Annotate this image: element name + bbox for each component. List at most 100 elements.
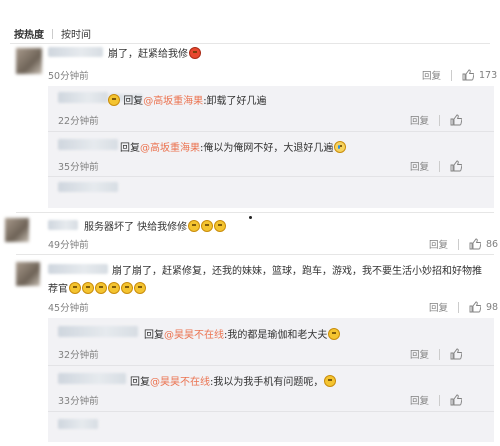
tab-separator [52, 28, 53, 39]
reply-actions: 回复 [410, 159, 463, 173]
crying-face-icon [334, 141, 347, 153]
reply-divider [48, 131, 494, 132]
comment-divider [16, 212, 494, 213]
comment-actions: 回复 98 [429, 300, 498, 314]
angry-face-icon [189, 47, 201, 59]
reply-prefix: 回复 [130, 377, 150, 388]
reply-time: 33分钟前 [58, 396, 99, 407]
face-emoji-icon [134, 282, 146, 294]
like-button[interactable] [450, 348, 463, 360]
action-separator [439, 394, 441, 406]
like-button[interactable]: 98 [469, 301, 498, 313]
thumbs-up-icon [450, 114, 463, 126]
reply-body: :我以为我手机有问题呢， [210, 377, 324, 388]
decorative-dot [249, 216, 252, 219]
avatar[interactable] [5, 218, 29, 242]
action-separator [439, 160, 441, 172]
like-button[interactable]: 86 [469, 238, 498, 250]
username-blurred[interactable] [48, 220, 78, 230]
avatar[interactable] [16, 48, 42, 74]
action-separator [458, 238, 460, 250]
thumbs-up-icon [450, 394, 463, 406]
reply-button[interactable]: 回复 [410, 347, 429, 361]
action-separator [451, 69, 453, 81]
reply-prefix: 回复 [123, 96, 144, 107]
tabs-divider [10, 43, 490, 44]
face-emoji-icon [188, 220, 201, 232]
reply-text: 回复@昊昊不在线:我的都是瑜伽和老大夫 [144, 326, 341, 341]
reply-divider [48, 176, 494, 177]
face-emoji-icon [95, 282, 107, 294]
reply-button[interactable]: 回复 [429, 237, 448, 251]
comment-text-line2: 荐官 [48, 280, 146, 295]
face-emoji-icon [69, 282, 81, 294]
mention-link[interactable]: @高坂重海果 [143, 96, 203, 107]
more-replies-blurred[interactable] [58, 182, 118, 192]
thumbs-up-icon [469, 301, 482, 313]
face-emoji-icon [121, 282, 133, 294]
like-count: 173 [479, 69, 498, 81]
comment-time: 50分钟前 [48, 71, 89, 82]
face-emoji-icon [328, 328, 341, 340]
comment-divider [16, 254, 494, 255]
reply-list: 回复@高坂重海果:卸载了好几遍 22分钟前 回复 回复@高坂重海果:俺以为俺网不… [48, 86, 494, 208]
reply-time: 35分钟前 [58, 162, 99, 173]
reply-button[interactable]: 回复 [422, 68, 441, 82]
username-blurred[interactable] [58, 373, 126, 384]
reply-body: :我的都是瑜伽和老大夫 [224, 330, 328, 341]
username-blurred[interactable] [48, 47, 103, 57]
username-blurred[interactable] [48, 264, 108, 274]
username-blurred[interactable] [58, 139, 118, 150]
comment-body: 荐官 [48, 284, 68, 295]
face-emoji-icon [82, 282, 94, 294]
tab-sort-hot[interactable]: 按热度 [14, 26, 44, 41]
comment-body: 服务器坏了 快给我修修 [84, 222, 188, 233]
reply-button[interactable]: 回复 [410, 393, 429, 407]
comment-time: 49分钟前 [48, 240, 89, 251]
like-count: 98 [486, 301, 499, 313]
reply-actions: 回复 [410, 113, 463, 127]
like-count: 86 [486, 238, 499, 250]
tab-sort-time[interactable]: 按时间 [61, 26, 91, 41]
reply-prefix: 回复 [120, 143, 140, 154]
thumbs-up-icon [450, 348, 463, 360]
reply-actions: 回复 [410, 347, 463, 361]
reply-prefix: 回复 [144, 330, 164, 341]
mention-link[interactable]: @高坂重海果 [140, 143, 200, 154]
reply-body: :卸载了好几遍 [203, 96, 267, 107]
mention-link[interactable]: @昊昊不在线 [164, 330, 224, 341]
mention-link[interactable]: @昊昊不在线 [150, 377, 210, 388]
comment-text: 服务器坏了 快给我修修 [84, 218, 227, 233]
reply-actions: 回复 [410, 393, 463, 407]
comment-actions: 回复 173 [422, 68, 497, 82]
face-emoji-icon [108, 282, 120, 294]
username-blurred[interactable] [58, 92, 108, 103]
thumbs-up-icon [469, 238, 482, 250]
reply-list: 回复@昊昊不在线:我的都是瑜伽和老大夫 32分钟前 回复 回复@昊昊不在线:我以… [48, 318, 494, 442]
reply-text: 回复@昊昊不在线:我以为我手机有问题呢， [130, 373, 337, 388]
face-emoji-icon [324, 375, 337, 387]
thumbs-up-icon [450, 160, 463, 172]
like-button[interactable] [450, 394, 463, 406]
comment-text-line1: 崩了崩了，赶紧修复，还我的妹妹，篮球，跑车，游戏，我不要生活小妙招和好物推 [112, 266, 482, 277]
like-button[interactable]: 173 [462, 69, 497, 81]
reply-button[interactable]: 回复 [410, 159, 429, 173]
reply-button[interactable]: 回复 [410, 113, 429, 127]
reply-divider [48, 411, 494, 412]
reply-button[interactable]: 回复 [429, 300, 448, 314]
like-button[interactable] [450, 160, 463, 172]
comment-actions: 回复 86 [429, 237, 498, 251]
more-replies-blurred[interactable] [58, 419, 98, 429]
action-separator [439, 348, 441, 360]
thumbs-up-icon [462, 69, 475, 81]
avatar[interactable] [16, 262, 40, 286]
face-emoji-icon [201, 220, 214, 232]
reply-time: 22分钟前 [58, 116, 99, 127]
comment-time: 45分钟前 [48, 303, 89, 314]
username-blurred[interactable] [58, 326, 138, 337]
like-button[interactable] [450, 114, 463, 126]
reply-time: 32分钟前 [58, 350, 99, 361]
comment-text: 崩了，赶紧给我修 [108, 45, 201, 60]
reply-body: :俺以为俺网不好，大退好几遍 [200, 143, 334, 154]
comment-body: 崩了，赶紧给我修 [108, 49, 188, 60]
